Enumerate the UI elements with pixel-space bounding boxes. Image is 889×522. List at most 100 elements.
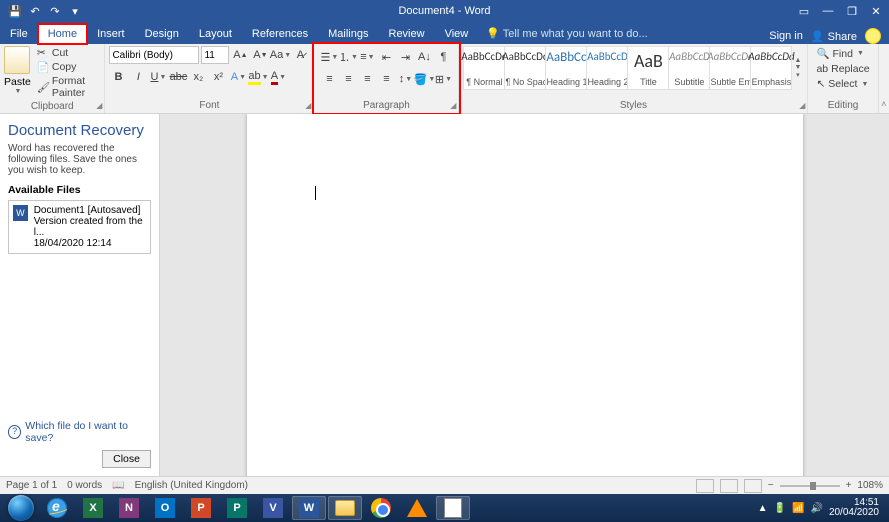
dialog-launcher-icon[interactable]: ◢ — [450, 101, 456, 110]
borders-icon[interactable]: ⊞▼ — [434, 70, 452, 88]
style-title[interactable]: AaBTitle — [627, 46, 669, 90]
language-status[interactable]: English (United Kingdom) — [135, 480, 248, 491]
style-subtle-emphasis[interactable]: AaBbCcDdSubtle Em... — [709, 46, 751, 90]
dialog-launcher-icon[interactable]: ◢ — [305, 101, 311, 110]
read-mode-icon[interactable] — [696, 479, 714, 493]
italic-button[interactable]: I — [129, 68, 147, 86]
shading-icon[interactable]: 🪣▼ — [415, 70, 433, 88]
decrease-indent-icon[interactable]: ⇤ — [377, 48, 395, 66]
proofing-icon[interactable]: 📖 — [112, 480, 124, 491]
tab-review[interactable]: Review — [379, 24, 435, 44]
tab-mailings[interactable]: Mailings — [318, 24, 378, 44]
styles-more-button[interactable]: ▲▼▾ — [791, 46, 803, 90]
bold-button[interactable]: B — [109, 68, 127, 86]
battery-icon[interactable]: 🔋 — [774, 503, 786, 514]
style-heading2[interactable]: AaBbCcDHeading 2 — [586, 46, 628, 90]
undo-icon[interactable]: ↶ — [26, 2, 44, 20]
tab-references[interactable]: References — [242, 24, 318, 44]
cut-button[interactable]: ✂Cut — [33, 46, 101, 60]
tray-chevron-up-icon[interactable]: ▲ — [758, 503, 768, 514]
show-marks-icon[interactable]: ¶ — [434, 48, 452, 66]
style-normal[interactable]: AaBbCcDd¶ Normal — [463, 46, 505, 90]
style-emphasis[interactable]: AaBbCcDdEmphasis — [750, 46, 792, 90]
zoom-out-icon[interactable]: − — [768, 480, 774, 491]
numbering-icon[interactable]: ⒈▼ — [339, 48, 357, 66]
tell-me-search[interactable]: 💡 Tell me what you want to do... — [486, 23, 647, 44]
notepad-icon — [444, 498, 462, 518]
document-page[interactable] — [247, 114, 803, 476]
tab-insert[interactable]: Insert — [87, 24, 135, 44]
minimize-icon[interactable]: — — [819, 2, 837, 20]
qat-customize-icon[interactable]: ▾ — [66, 2, 84, 20]
font-color-icon[interactable]: A▼ — [269, 68, 287, 86]
multilevel-list-icon[interactable]: ≡▼ — [358, 48, 376, 66]
highlight-color-icon[interactable]: ab▼ — [249, 68, 267, 86]
style-name-label: Heading 2 — [587, 77, 627, 87]
copy-button[interactable]: 📄Copy — [33, 60, 101, 74]
which-file-link[interactable]: Which file do I want to save? — [8, 420, 151, 444]
workspace: Document Recovery Word has recovered the… — [0, 114, 889, 476]
style-name-label: Subtle Em... — [710, 77, 750, 87]
web-layout-icon[interactable] — [744, 479, 762, 493]
dialog-launcher-icon[interactable]: ◢ — [799, 101, 805, 110]
tab-home[interactable]: Home — [38, 24, 87, 44]
find-button[interactable]: 🔍Find▼ — [812, 46, 873, 61]
print-layout-icon[interactable] — [720, 479, 738, 493]
justify-icon[interactable]: ≡ — [377, 70, 395, 88]
style-no-spacing[interactable]: AaBbCcDd¶ No Spac... — [504, 46, 546, 90]
network-icon[interactable]: 📶 — [792, 503, 804, 514]
style-subtitle[interactable]: AaBbCcDSubtitle — [668, 46, 710, 90]
line-spacing-icon[interactable]: ↕▼ — [396, 70, 414, 88]
superscript-button[interactable]: x² — [209, 68, 227, 86]
zoom-level[interactable]: 108% — [857, 480, 883, 491]
feedback-smiley-icon[interactable] — [865, 28, 881, 44]
recovery-desc: Word has recovered the following files. … — [8, 143, 151, 176]
clear-formatting-icon[interactable]: A̷ — [291, 46, 309, 64]
close-icon[interactable]: ✕ — [867, 2, 885, 20]
sign-in-link[interactable]: Sign in — [769, 30, 803, 42]
page-count[interactable]: Page 1 of 1 — [6, 480, 57, 491]
increase-indent-icon[interactable]: ⇥ — [396, 48, 414, 66]
zoom-slider[interactable] — [780, 485, 840, 487]
align-right-icon[interactable]: ≡ — [358, 70, 376, 88]
change-case-icon[interactable]: Aa▼ — [271, 46, 289, 64]
replace-button[interactable]: abReplace — [812, 62, 873, 76]
document-area[interactable] — [160, 114, 889, 476]
clock[interactable]: 14:51 20/04/2020 — [829, 498, 879, 518]
word-count[interactable]: 0 words — [67, 480, 102, 491]
subscript-button[interactable]: x₂ — [189, 68, 207, 86]
volume-icon[interactable]: 🔊 — [810, 503, 822, 514]
tab-layout[interactable]: Layout — [189, 24, 242, 44]
style-preview: AaBbCcDd — [748, 50, 794, 63]
style-heading1[interactable]: AaBbCcHeading 1 — [545, 46, 587, 90]
recovered-file-item[interactable]: W Document1 [Autosaved] Version created … — [8, 200, 151, 254]
share-button[interactable]: 👤 Share — [811, 30, 857, 43]
publisher-icon: P — [227, 498, 247, 518]
grow-font-icon[interactable]: A▲ — [231, 46, 249, 64]
tab-view[interactable]: View — [435, 24, 479, 44]
ribbon-options-icon[interactable]: ▭ — [795, 2, 813, 20]
recovery-close-button[interactable]: Close — [102, 450, 151, 468]
which-file-label: Which file do I want to save? — [25, 420, 151, 444]
sort-icon[interactable]: A↓ — [415, 48, 433, 66]
align-left-icon[interactable]: ≡ — [320, 70, 338, 88]
paste-button[interactable]: Paste ▼ — [4, 46, 31, 95]
collapse-ribbon-icon[interactable]: ˄ — [881, 99, 886, 109]
shrink-font-icon[interactable]: A▼ — [251, 46, 269, 64]
tab-file[interactable]: File — [0, 24, 38, 44]
redo-icon[interactable]: ↷ — [46, 2, 64, 20]
font-size-input[interactable] — [201, 46, 229, 64]
text-effects-icon[interactable]: A▼ — [229, 68, 247, 86]
restore-icon[interactable]: ❐ — [843, 2, 861, 20]
select-button[interactable]: ↖Select▼ — [812, 77, 873, 91]
tab-design[interactable]: Design — [135, 24, 189, 44]
font-name-input[interactable] — [109, 46, 199, 64]
underline-button[interactable]: U▼ — [149, 68, 167, 86]
bullets-icon[interactable]: ☰▼ — [320, 48, 338, 66]
save-icon[interactable]: 💾 — [6, 2, 24, 20]
dialog-launcher-icon[interactable]: ◢ — [96, 101, 102, 110]
zoom-in-icon[interactable]: + — [846, 480, 852, 491]
strikethrough-button[interactable]: abc — [169, 68, 187, 86]
format-painter-button[interactable]: 🖌Format Painter — [33, 74, 101, 100]
align-center-icon[interactable]: ≡ — [339, 70, 357, 88]
